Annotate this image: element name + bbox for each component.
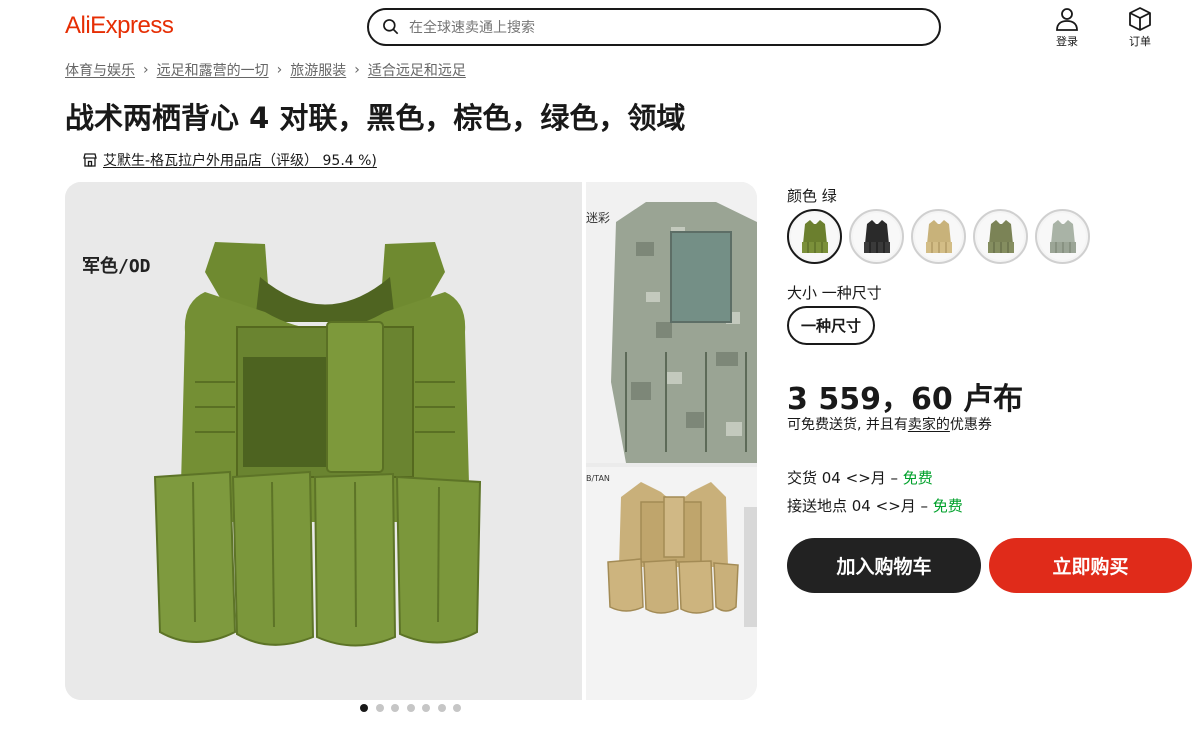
vest-thumbnail-icon xyxy=(987,219,1014,253)
search-icon xyxy=(383,19,399,35)
delivery-text: 交货 04 <>月 – xyxy=(787,469,903,487)
color-swatch-green[interactable] xyxy=(787,209,842,264)
green-vest-image xyxy=(153,242,482,647)
pagination-dot[interactable] xyxy=(406,704,415,712)
search-input[interactable]: 在全球速卖通上搜索 xyxy=(367,8,941,46)
chevron-right-icon: › xyxy=(276,62,283,78)
camo-vest-image xyxy=(611,202,757,463)
pagination-dot[interactable] xyxy=(391,704,399,712)
color-swatch-black[interactable] xyxy=(849,209,904,264)
delivery-info: 交货 04 <>月 – 免费 接送地点 04 <>月 – 免费 xyxy=(787,464,963,520)
breadcrumb: 体育与娱乐 › 远足和露营的一切 › 旅游服装 › 适合远足和远足 xyxy=(65,60,466,80)
pagination-dot[interactable] xyxy=(453,704,461,712)
breadcrumb-item[interactable]: 旅游服装 xyxy=(290,60,346,80)
seller-coupon-link[interactable]: 卖家的 xyxy=(908,417,950,433)
user-icon xyxy=(1056,8,1078,31)
color-label: 颜色 绿 xyxy=(787,187,837,205)
store-info: 艾默生-格瓦拉户外用品店（评级） 95.4 %) xyxy=(82,150,377,170)
pagination-dot[interactable] xyxy=(375,704,384,712)
box-icon xyxy=(1129,7,1151,31)
pickup-line: 接送地点 04 <>月 – 免费 xyxy=(787,492,963,520)
color-swatch-tan[interactable] xyxy=(911,209,966,264)
add-to-cart-button[interactable]: 加入购物车 xyxy=(787,538,981,593)
tan-vest-image xyxy=(607,482,757,627)
breadcrumb-item[interactable]: 远足和露营的一切 xyxy=(157,60,269,80)
secondary-image-tan[interactable]: B/TAN xyxy=(586,467,757,700)
product-price: 3 559，60 卢布 xyxy=(787,382,1024,417)
pagination-dot[interactable] xyxy=(360,704,368,712)
vest-thumbnail-icon xyxy=(863,219,890,253)
store-icon xyxy=(83,153,97,167)
chevron-right-icon: › xyxy=(143,62,149,78)
free-label: 免费 xyxy=(902,469,933,487)
breadcrumb-item[interactable]: 体育与娱乐 xyxy=(65,60,135,80)
shipping-note-text: 可免费送货, 并且有 xyxy=(787,417,908,433)
login-label: 登录 xyxy=(1056,35,1078,48)
login-button[interactable]: 登录 xyxy=(1047,6,1087,49)
search-placeholder: 在全球速卖通上搜索 xyxy=(409,20,535,36)
main-product-image[interactable]: 军色/OD xyxy=(65,182,582,700)
size-label: 大小 一种尺寸 xyxy=(787,284,882,302)
delivery-line: 交货 04 <>月 – 免费 xyxy=(787,464,963,492)
product-title: 战术两栖背心 4 对联，黑色，棕色，绿色，领域 xyxy=(65,101,686,135)
pickup-text: 接送地点 04 <>月 – xyxy=(787,497,933,515)
vest-thumbnail-icon xyxy=(801,219,828,253)
aliexpress-logo[interactable]: AliExpress xyxy=(65,12,174,40)
free-label: 免费 xyxy=(932,497,963,515)
secondary-image-camo[interactable]: 迷彩 xyxy=(586,182,757,463)
color-swatch-acu-camo[interactable] xyxy=(1035,209,1090,264)
product-gallery[interactable]: 军色/OD 迷彩 B/TAN xyxy=(65,182,757,700)
buy-now-button[interactable]: 立即购买 xyxy=(989,538,1192,593)
gallery-pagination xyxy=(360,704,469,712)
orders-label: 订单 xyxy=(1129,35,1151,48)
pagination-dot[interactable] xyxy=(437,704,446,712)
shipping-note: 可免费送货, 并且有卖家的优惠券 xyxy=(787,414,992,434)
breadcrumb-item[interactable]: 适合远足和远足 xyxy=(368,60,466,80)
pagination-dot[interactable] xyxy=(422,704,430,712)
size-option-button[interactable]: 一种尺寸 xyxy=(787,306,876,345)
shipping-note-suffix: 优惠券 xyxy=(949,417,992,433)
orders-button[interactable]: 订单 xyxy=(1120,6,1160,49)
color-swatch-olive[interactable] xyxy=(973,209,1028,264)
store-link[interactable]: 艾默生-格瓦拉户外用品店（评级） 95.4 %) xyxy=(103,150,377,170)
vest-thumbnail-icon xyxy=(925,219,952,253)
chevron-right-icon: › xyxy=(354,62,360,78)
color-swatches xyxy=(787,209,1097,264)
vest-thumbnail-icon xyxy=(1049,219,1076,253)
